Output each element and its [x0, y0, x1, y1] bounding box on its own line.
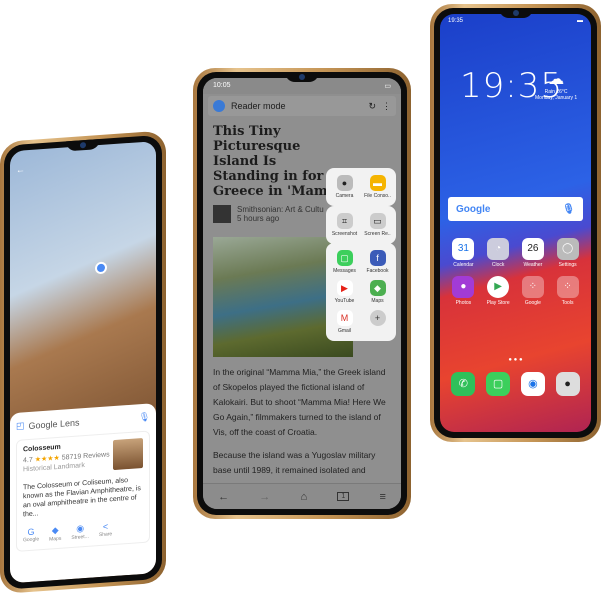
result-card[interactable]: Colosseum 4.7 ★★★★ 58719 Reviews Histori…: [16, 430, 150, 552]
more-icon[interactable]: ⋮: [382, 101, 391, 112]
action-maps[interactable]: ◆ Maps: [49, 525, 61, 543]
google-logo: Google: [456, 203, 491, 215]
status-time: 19:35: [448, 18, 464, 24]
source-logo: [213, 205, 231, 223]
reader-bar[interactable]: Reader mode ↻ ⋮: [208, 96, 396, 116]
back-arrow-icon[interactable]: ←: [16, 164, 25, 175]
youtube-icon: ▶: [336, 280, 353, 296]
lens-title: Google Lens: [28, 416, 80, 431]
lens-focus-dot[interactable]: [95, 261, 107, 275]
facebook-icon: f: [369, 250, 386, 266]
gmail-icon: M: [336, 310, 353, 326]
camera-notch: [285, 72, 319, 82]
reader-mode-icon: [213, 100, 225, 112]
description: The Colosseum or Coliseum, also known as…: [23, 477, 141, 519]
plus-icon: +: [369, 310, 386, 326]
crop-icon: ⌗: [336, 213, 353, 229]
smart-sidebar-top: ● Camera ▬ File Conso..: [326, 168, 396, 206]
paragraph: Because the island was a Yugoslav milita…: [213, 450, 376, 475]
app-youtube[interactable]: ▶ YouTube: [328, 277, 361, 307]
app-maps[interactable]: ◆ Maps: [361, 277, 394, 307]
lens-sheet: ◰ Google Lens 🎙 Colosseum 4.7 ★★★★ 58719 R…: [10, 403, 156, 584]
lens-icon: ◰: [16, 420, 25, 431]
app-photos[interactable]: ● Photos: [446, 276, 481, 306]
app-weather[interactable]: 26 Weather: [516, 238, 551, 268]
home-screen: 19:35 ▬ 19:35 ☁ Rain 26°C Monday, January 1…: [440, 14, 591, 432]
folder-google[interactable]: ⁘ Google: [516, 276, 551, 306]
place-name: Colosseum: [23, 443, 61, 454]
tool-screen-record[interactable]: ▭ Screen Re..: [361, 210, 394, 240]
bottom-nav: ← → ⌂ 1 ≡: [203, 483, 401, 509]
action-share[interactable]: < Share: [99, 521, 112, 539]
app-clock[interactable]: ◔ Clock: [481, 238, 516, 268]
lens-screen: ← ◰ Google Lens 🎙 Colosseum 4.7 ★★★★ 58719…: [10, 141, 156, 584]
camera-icon: ●: [336, 175, 353, 191]
settings-icon: ◯: [556, 238, 579, 260]
tool-screenshot[interactable]: ⌗ Screenshot: [328, 210, 361, 240]
calendar-icon: 31: [452, 238, 475, 260]
back-icon[interactable]: ←: [218, 491, 229, 503]
folder-tools[interactable]: ⁘ Tools: [550, 276, 585, 306]
action-label: Google: [23, 536, 40, 544]
cloud-lightning-icon: ☁: [548, 71, 565, 88]
action-street[interactable]: ◉ Street...: [71, 523, 89, 541]
battery-icon: ▭: [384, 83, 391, 90]
app-messages[interactable]: ▢ Messages: [328, 247, 361, 277]
source-name[interactable]: Smithsonian: Art & Cultu: [237, 205, 324, 214]
app-play-store[interactable]: ▶ Play Store: [481, 276, 516, 306]
forward-icon[interactable]: →: [259, 491, 270, 503]
phone-home: 19:35 ▬ 19:35 ☁ Rain 26°C Monday, January 1…: [430, 4, 601, 442]
page-indicator: ● ● ●: [508, 357, 523, 363]
action-label: Street...: [71, 533, 89, 542]
reload-icon[interactable]: ↻: [368, 101, 376, 112]
menu-icon[interactable]: ≡: [379, 491, 385, 503]
action-google[interactable]: G Google: [23, 526, 39, 544]
weather-widget[interactable]: ☁ Rain 26°C Monday, January 1: [535, 69, 577, 101]
messages-icon[interactable]: ▢: [486, 372, 511, 396]
app-camera[interactable]: ● Camera: [328, 172, 361, 202]
date: Monday, January 1: [535, 95, 578, 101]
play-store-icon: ▶: [487, 276, 510, 298]
add-app-button[interactable]: +: [361, 307, 394, 337]
camera-notch: [498, 8, 533, 18]
action-label: Maps: [49, 535, 62, 543]
camera-icon[interactable]: ●: [555, 372, 580, 396]
smart-sidebar-tools: ⌗ Screenshot ▭ Screen Re..: [326, 206, 396, 244]
messages-icon: ▢: [336, 250, 353, 266]
video-icon: ▭: [369, 213, 386, 229]
folder-icon: ▬: [369, 175, 386, 191]
tools-folder-icon: ⁘: [556, 276, 579, 298]
app-settings[interactable]: ◯ Settings: [550, 238, 585, 268]
reader-screen: 10:05 ▭ Reader mode ↻ ⋮ This Tiny Picturesq…: [203, 78, 401, 509]
browser-icon[interactable]: ◉: [520, 372, 545, 396]
battery-icon: ▬: [577, 18, 583, 24]
article-age: 5 hours ago: [237, 214, 280, 223]
app-file-console[interactable]: ▬ File Conso..: [361, 172, 394, 202]
tabs-icon[interactable]: 1: [337, 492, 350, 501]
phone-reader: 10:05 ▭ Reader mode ↻ ⋮ This Tiny Picturesq…: [193, 68, 411, 519]
phone-icon[interactable]: ✆: [451, 372, 476, 396]
google-folder-icon: ⁘: [521, 276, 544, 298]
stars: ★★★★: [34, 454, 60, 464]
app-facebook[interactable]: f Facebook: [361, 247, 394, 277]
mic-icon[interactable]: 🎙: [562, 204, 575, 215]
colosseum-thumbnail: [113, 438, 143, 471]
smart-sidebar-apps: ▢ Messages f Facebook ▶ YouTube ◆ Maps M Gmai…: [326, 243, 396, 341]
reader-label: Reader mode: [231, 101, 286, 111]
weather-icon: 26: [521, 238, 544, 260]
app-gmail[interactable]: M Gmail: [328, 307, 361, 337]
paragraph: In the original “Mamma Mia,” the Greek i…: [213, 367, 386, 437]
photos-icon: ●: [452, 276, 475, 298]
clock-icon: ◔: [487, 238, 510, 260]
google-search-bar[interactable]: Google 🎙: [448, 197, 583, 221]
rating: 4.7: [23, 456, 33, 465]
action-label: Share: [98, 531, 113, 539]
mic-icon[interactable]: 🎙: [139, 412, 150, 424]
status-time: 10:05: [213, 82, 231, 89]
phone-google-lens: ← ◰ Google Lens 🎙 Colosseum 4.7 ★★★★ 58719…: [0, 130, 166, 594]
maps-icon: ◆: [369, 280, 386, 296]
app-calendar[interactable]: 31 Calendar: [446, 238, 481, 268]
home-icon[interactable]: ⌂: [301, 491, 308, 503]
